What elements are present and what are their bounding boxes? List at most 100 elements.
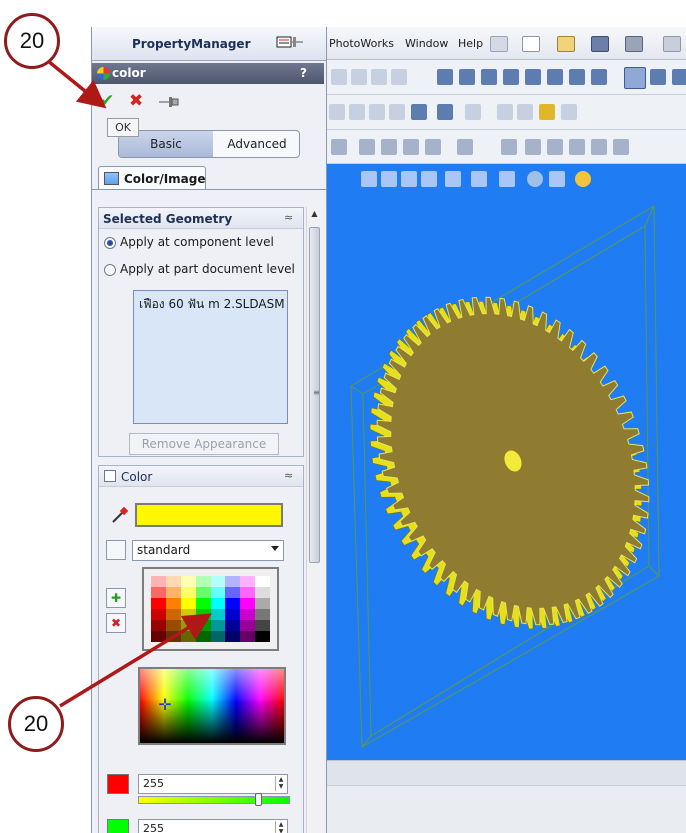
zoom-to-fit-icon[interactable] <box>329 104 345 120</box>
palette-swatch[interactable] <box>240 620 256 631</box>
more-icon[interactable] <box>561 104 577 120</box>
note-icon[interactable] <box>525 139 541 155</box>
palette-swatch[interactable] <box>180 587 196 598</box>
palette-select[interactable]: standard <box>132 540 284 561</box>
top-view-icon[interactable] <box>525 69 541 85</box>
palette-swatch[interactable] <box>210 620 226 631</box>
weld-icon[interactable] <box>569 139 585 155</box>
red-slider-track[interactable] <box>138 796 290 804</box>
tab-advanced[interactable]: Advanced <box>214 131 299 157</box>
menu-help[interactable]: Help <box>458 37 483 50</box>
color-palette-grid[interactable] <box>142 567 279 651</box>
scrollbar-thumb[interactable]: ≡ <box>309 227 320 563</box>
zoom-to-area-icon[interactable] <box>349 104 365 120</box>
palette-swatch[interactable] <box>225 631 241 642</box>
palette-swatch[interactable] <box>225 598 241 609</box>
add-swatch-icon[interactable]: ✚ <box>106 588 126 608</box>
palette-folder-icon[interactable] <box>106 540 126 560</box>
palette-swatch[interactable] <box>195 609 211 620</box>
palette-swatch[interactable] <box>165 587 181 598</box>
color-checkbox[interactable] <box>104 470 116 482</box>
palette-swatch[interactable] <box>255 587 270 598</box>
chevron-down-icon[interactable] <box>271 546 279 551</box>
selected-entities-list[interactable]: เฟือง 60 ฟัน m 2.SLDASM <box>133 290 288 424</box>
menu-window[interactable]: Window <box>405 37 448 50</box>
gear-model-icon[interactable] <box>327 164 686 760</box>
spelling-icon[interactable] <box>501 139 517 155</box>
palette-swatch[interactable] <box>151 598 166 609</box>
insert-components-icon[interactable] <box>403 139 419 155</box>
move-component-icon[interactable] <box>457 139 473 155</box>
palette-swatch[interactable] <box>180 620 196 631</box>
single-view-icon[interactable] <box>672 69 686 85</box>
palette-swatch[interactable] <box>240 576 256 587</box>
color-group-header[interactable]: Color ≈ <box>99 466 303 487</box>
palette-swatch[interactable] <box>165 631 181 642</box>
palette-swatch[interactable] <box>210 587 226 598</box>
selected-geometry-header[interactable]: Selected Geometry ≈ <box>99 208 303 229</box>
palette-swatch[interactable] <box>255 631 270 642</box>
new-document-icon[interactable] <box>522 36 540 52</box>
spectrum-crosshair-icon[interactable]: ✛ <box>156 696 174 714</box>
graphics-viewport[interactable] <box>327 164 686 760</box>
collapse-chevron-icon[interactable]: ≈ <box>284 211 293 224</box>
normal-to-icon[interactable] <box>650 69 666 85</box>
palette-swatch[interactable] <box>225 587 241 598</box>
hide-show-items-icon[interactable] <box>465 104 481 120</box>
trimetric-view-icon[interactable] <box>591 69 607 85</box>
red-value-input[interactable]: 255 <box>138 774 288 794</box>
rotate-icon[interactable] <box>391 69 407 85</box>
palette-swatch[interactable] <box>165 620 181 631</box>
table-icon[interactable] <box>381 139 397 155</box>
open-folder-icon[interactable] <box>557 36 575 52</box>
dimetric-view-icon[interactable] <box>624 67 646 89</box>
palette-swatch[interactable] <box>225 620 241 631</box>
palette-swatch[interactable] <box>151 576 166 587</box>
apply-scene-icon[interactable] <box>517 104 533 120</box>
palette-swatch[interactable] <box>240 609 256 620</box>
palette-swatch[interactable] <box>225 609 241 620</box>
save-icon[interactable] <box>591 36 609 52</box>
options-icon[interactable] <box>591 139 607 155</box>
list-item[interactable]: เฟือง 60 ฟัน m 2.SLDASM <box>139 295 285 314</box>
palette-swatch[interactable] <box>255 609 270 620</box>
palette-swatch[interactable] <box>165 598 181 609</box>
palette-swatch[interactable] <box>180 631 196 642</box>
palette-swatch[interactable] <box>255 576 270 587</box>
palette-swatch[interactable] <box>210 631 226 642</box>
section-view-icon[interactable] <box>389 104 405 120</box>
radio-part-document-level[interactable] <box>104 264 116 276</box>
search-icon[interactable] <box>490 36 508 52</box>
palette-swatch[interactable] <box>151 631 166 642</box>
print-icon[interactable] <box>625 36 643 52</box>
palette-swatch[interactable] <box>151 620 166 631</box>
cancel-x-icon[interactable]: ✖ <box>129 91 143 111</box>
palette-swatch[interactable] <box>240 598 256 609</box>
zoom-area-icon[interactable] <box>351 69 367 85</box>
green-spinner-icon[interactable]: ▲ ▼ <box>275 821 286 833</box>
display-style-icon[interactable] <box>437 104 453 120</box>
remove-swatch-icon[interactable]: ✖ <box>106 613 126 633</box>
bottom-view-icon[interactable] <box>547 69 563 85</box>
palette-swatch[interactable] <box>210 598 226 609</box>
zoom-fit-icon[interactable] <box>331 69 347 85</box>
pushpin-icon[interactable] <box>276 34 304 52</box>
zoom-in-out-icon[interactable] <box>371 69 387 85</box>
palette-swatch[interactable] <box>180 576 196 587</box>
left-view-icon[interactable] <box>481 69 497 85</box>
palette-swatch[interactable] <box>195 620 211 631</box>
green-value-input[interactable]: 255 <box>138 819 288 833</box>
sketch-icon[interactable] <box>331 139 347 155</box>
palette-swatch[interactable] <box>195 631 211 642</box>
right-view-icon[interactable] <box>503 69 519 85</box>
scroll-up-icon[interactable]: ▲ <box>307 209 322 221</box>
help-icon[interactable]: ? <box>300 66 307 80</box>
palette-swatch[interactable] <box>240 587 256 598</box>
remove-appearance-button[interactable]: Remove Appearance <box>129 433 279 455</box>
back-view-icon[interactable] <box>459 69 475 85</box>
view-orientation-icon[interactable] <box>411 104 427 120</box>
radio-component-level[interactable] <box>104 237 116 249</box>
palette-swatch[interactable] <box>255 620 270 631</box>
undo-icon[interactable] <box>663 36 681 52</box>
rebuild-icon[interactable] <box>613 139 629 155</box>
